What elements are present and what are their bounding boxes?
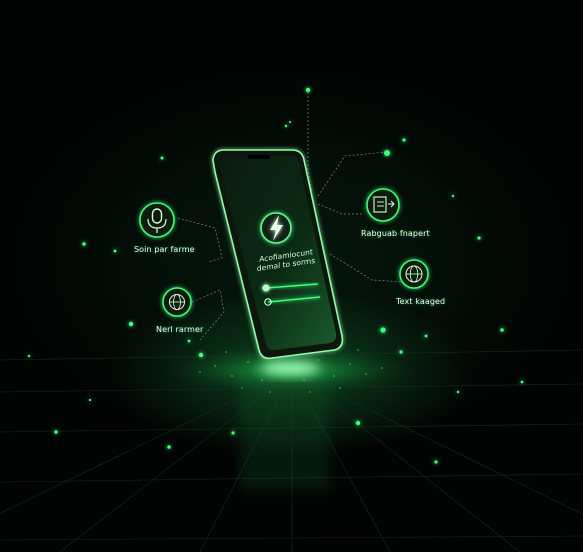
label-left-top: Soin par farme xyxy=(134,245,195,254)
label-left-bottom: Nerl rarmer xyxy=(156,325,204,334)
microphone-icon xyxy=(139,202,175,238)
globe-chat-icon xyxy=(162,287,192,317)
scene: Acofiamiocunt demal to sorms Soin par fa… xyxy=(0,0,583,552)
phone-reflection xyxy=(240,380,330,490)
label-right-top: Rabguab fnapert xyxy=(361,229,430,238)
phone-notch xyxy=(248,155,270,159)
scene-graphics xyxy=(0,87,583,552)
file-transfer-icon xyxy=(366,188,400,222)
floor-hotspot xyxy=(260,361,320,375)
label-right-bottom: Text kaaged xyxy=(396,297,446,306)
screen-slider-1-knob xyxy=(262,284,270,292)
globe-icon xyxy=(399,259,429,289)
